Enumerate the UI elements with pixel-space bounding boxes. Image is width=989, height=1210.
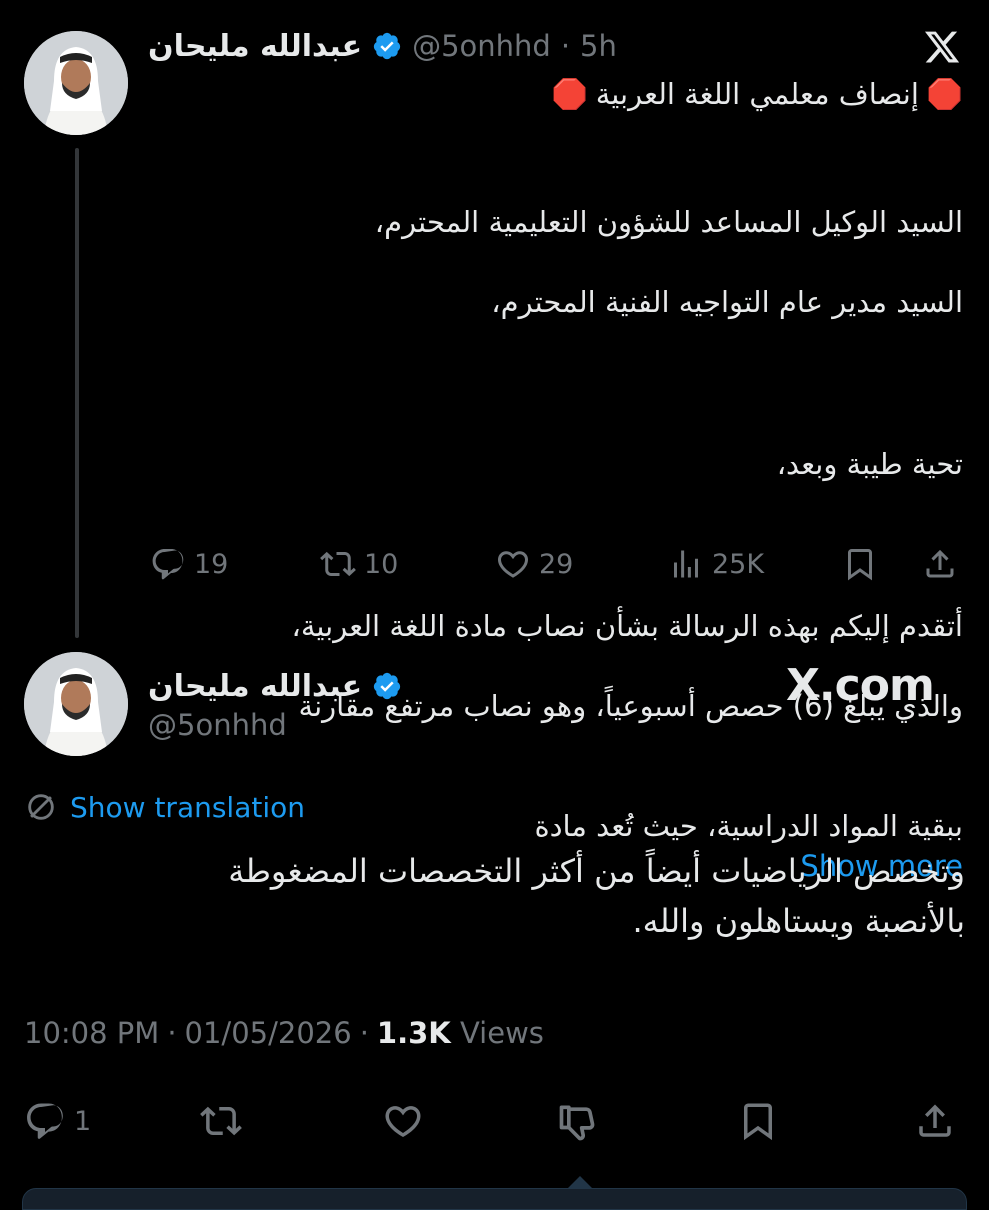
author-handle[interactable]: @5onhhd	[412, 29, 551, 63]
bookmark-icon	[848, 549, 872, 581]
separator-dot: ·	[560, 29, 571, 63]
translate-icon	[28, 794, 54, 820]
repost-icon	[320, 551, 356, 577]
show-translation-link[interactable]: Show translation	[70, 791, 305, 824]
repost-icon	[200, 1106, 242, 1136]
bookmark-button[interactable]	[737, 1100, 779, 1142]
body-line: السيد الوكيل المساعد للشؤون التعليمية ال…	[374, 205, 963, 239]
tweet-time[interactable]: 5h	[580, 29, 617, 63]
reply-icon	[152, 549, 184, 580]
tooltip-panel	[22, 1188, 967, 1210]
author-name[interactable]: عبدالله مليحان	[148, 669, 362, 704]
verified-icon	[373, 672, 401, 700]
body-line: بالأنصبة ويستاهلون والله.	[632, 902, 965, 940]
repost-button[interactable]	[200, 1100, 242, 1142]
body-line: ببقية المواد الدراسية، حيث تُعد مادة	[534, 809, 963, 843]
views-count: 25K	[712, 548, 765, 580]
avatar[interactable]	[24, 31, 128, 135]
watermark-text: X.com	[786, 660, 935, 711]
avatar[interactable]	[24, 652, 128, 756]
author-handle[interactable]: @5onhhd	[148, 708, 287, 742]
share-icon	[919, 1104, 951, 1137]
dislike-icon	[559, 1105, 595, 1141]
share-button[interactable]	[914, 1100, 956, 1142]
stop-sign-icon: 🛑	[551, 77, 588, 111]
tooltip-pointer	[568, 1176, 592, 1188]
reply-count: 19	[194, 548, 229, 580]
tweet-meta: 10:08 PM · 01/05/2026 · 1.3K Views	[24, 1016, 544, 1050]
repost-count: 10	[364, 548, 399, 580]
views-icon	[674, 550, 698, 578]
verified-icon	[373, 32, 401, 60]
views-button[interactable]: 25K	[668, 546, 764, 582]
body-line: السيد مدير عام التواجيه الفنية المحترم،	[491, 285, 963, 319]
body-line	[163, 362, 963, 402]
show-translation[interactable]: Show translation	[24, 790, 305, 824]
reply-icon	[27, 1103, 63, 1139]
x-logo-icon[interactable]	[922, 28, 962, 66]
avatar-photo	[24, 31, 128, 135]
views-number: 1.3K	[376, 1016, 451, 1050]
tweet1-title-line: 🛑 إنصاف معلمي اللغة العربية 🛑	[552, 74, 963, 114]
tweet1-title: إنصاف معلمي اللغة العربية	[595, 77, 919, 111]
dislike-button[interactable]	[556, 1100, 600, 1144]
like-icon	[497, 551, 529, 578]
bookmark-button[interactable]	[842, 546, 878, 582]
like-button[interactable]: 29	[495, 546, 573, 582]
body-line: وتخصص الرياضيات أيضاً من أكثر التخصصات ا…	[228, 852, 965, 890]
stop-sign-icon: 🛑	[926, 77, 963, 111]
tweet1-header: عبدالله مليحان @5onhhd · 5h	[148, 24, 617, 68]
like-button[interactable]	[382, 1100, 424, 1142]
author-name[interactable]: عبدالله مليحان	[148, 29, 362, 64]
separator-dot: ·	[167, 1016, 177, 1050]
views-label: Views	[459, 1016, 544, 1050]
like-icon	[385, 1106, 421, 1138]
reply-button[interactable]: 1	[24, 1100, 91, 1142]
tweet-time[interactable]: 10:08 PM	[24, 1016, 159, 1050]
avatar-photo	[24, 652, 128, 756]
thread-line	[75, 148, 79, 638]
share-button[interactable]	[922, 546, 958, 582]
views-total: 1.3K Views	[377, 1016, 544, 1050]
bookmark-icon	[744, 1103, 772, 1141]
reply-count: 1	[74, 1105, 92, 1137]
tweet2-body: وتخصص الرياضيات أيضاً من أكثر التخصصات ا…	[65, 846, 965, 946]
share-icon	[926, 549, 954, 578]
like-count: 29	[539, 548, 574, 580]
tweet2-header: عبدالله مليحان	[148, 664, 402, 708]
body-line: أتقدم إليكم بهذه الرسالة بشأن نصاب مادة …	[291, 609, 963, 643]
repost-button[interactable]: 10	[320, 546, 398, 582]
reply-button[interactable]: 19	[150, 546, 228, 582]
x-com-watermark: X.com	[786, 660, 935, 711]
separator-dot: ·	[359, 1016, 369, 1050]
body-line: تحية طيبة وبعد،	[776, 447, 963, 481]
tweet-date[interactable]: 01/05/2026	[185, 1016, 352, 1050]
